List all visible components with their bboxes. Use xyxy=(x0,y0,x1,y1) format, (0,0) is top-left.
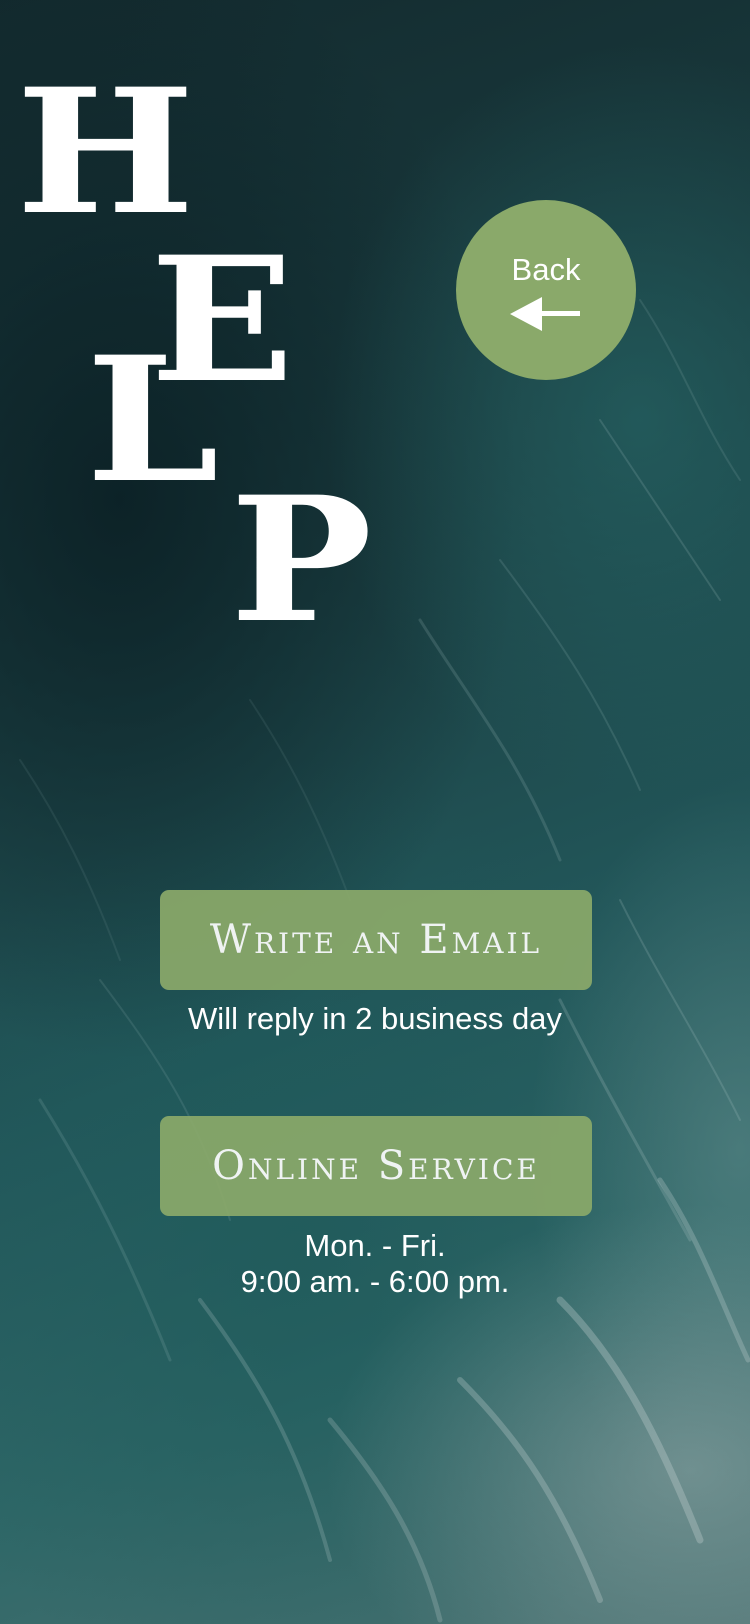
help-title-letter-p: P xyxy=(230,458,373,661)
help-title-letter-l: L xyxy=(86,318,220,521)
service-hours-days: Mon. - Fri. xyxy=(304,1228,446,1263)
service-hours-time: 9:00 am. - 6:00 pm. xyxy=(240,1264,510,1299)
help-title-letter-h: H xyxy=(16,50,195,253)
write-email-button[interactable]: Write an Email xyxy=(160,890,592,990)
arrow-left-icon xyxy=(510,296,582,337)
email-reply-caption: Will reply in 2 business day xyxy=(188,1001,562,1036)
service-hours: Mon. - Fri. 9:00 am. - 6:00 pm. xyxy=(0,1228,750,1300)
back-button[interactable]: Back xyxy=(456,200,636,380)
back-button-label: Back xyxy=(511,252,581,287)
online-service-button[interactable]: Online Service xyxy=(160,1116,592,1216)
